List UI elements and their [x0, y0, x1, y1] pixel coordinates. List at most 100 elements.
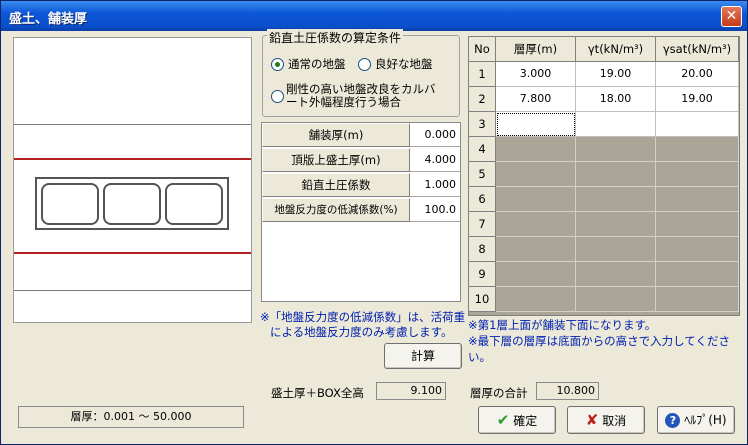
cell-disabled — [496, 262, 576, 287]
layer-sum-label: 層厚の合計 — [470, 386, 528, 400]
cell-disabled — [656, 137, 739, 162]
condition-group-legend: 鉛直土圧係数の算定条件 — [267, 29, 404, 46]
close-icon[interactable]: ✕ — [721, 6, 742, 27]
cell-disabled — [576, 162, 656, 187]
layer-boundary-line — [14, 252, 251, 254]
cell-disabled — [496, 212, 576, 237]
radio-label-line2: ート外幅程度行う場合 — [286, 95, 401, 109]
param-value[interactable]: 1.000 — [410, 173, 460, 197]
culvert-cell — [165, 183, 223, 225]
cell-gamma-sat[interactable]: 20.00 — [656, 62, 739, 87]
cell-disabled — [656, 287, 739, 312]
cell-disabled — [576, 137, 656, 162]
culvert-cell — [41, 183, 99, 225]
row-header: 3 — [469, 112, 496, 137]
param-label: 頂版上盛土厚(m) — [262, 148, 410, 172]
cell-thickness[interactable] — [496, 112, 576, 137]
header-gamma-sat: γsat(kN/m³) — [656, 37, 739, 62]
status-range-text: 層厚：0.001 ～ 50.000 — [18, 406, 244, 428]
parameter-table: 舗装厚(m) 0.000 頂版上盛土厚(m) 4.000 鉛直土圧係数 1.00… — [261, 122, 461, 302]
cell-gamma-t[interactable]: 19.00 — [576, 62, 656, 87]
ok-label: 確定 — [513, 414, 538, 428]
radio-label: 良好な地盤 — [375, 57, 433, 71]
row-header: 5 — [469, 162, 496, 187]
param-value[interactable]: 100.0 — [410, 198, 460, 222]
cell-gamma-t[interactable]: 18.00 — [576, 87, 656, 112]
radio-icon[interactable] — [271, 58, 284, 71]
param-label: 舗装厚(m) — [262, 123, 410, 147]
culvert-preview — [13, 37, 252, 323]
help-button[interactable]: ? ﾍﾙﾌﾟ(H) — [657, 406, 735, 434]
pavement-line — [14, 124, 251, 125]
row-header: 9 — [469, 262, 496, 287]
cell-disabled — [656, 162, 739, 187]
radio-label: 通常の地盤 — [288, 57, 346, 71]
cancel-label: 取消 — [602, 414, 627, 428]
cell-disabled — [576, 287, 656, 312]
radio-good-ground[interactable]: 良好な地盤 — [358, 56, 433, 72]
cancel-button[interactable]: ✘ 取消 — [567, 406, 645, 434]
cell-thickness[interactable]: 3.000 — [496, 62, 576, 87]
layer-table: No 層厚(m) γt(kN/m³) γsat(kN/m³) 1 3.000 1… — [468, 36, 740, 316]
calculate-button[interactable]: 計算 — [384, 343, 462, 369]
dialog-window: 盛土、舗装厚 ✕ 鉛直土圧係数の算定条件 通常の地盤 良好な地盤 剛性の高い地盤… — [0, 0, 748, 445]
reduction-note-line2: による地盤反力度のみ考慮します。 — [270, 325, 453, 339]
radio-icon[interactable] — [271, 90, 284, 103]
radio-normal-ground[interactable]: 通常の地盤 — [271, 56, 346, 72]
row-header: 10 — [469, 287, 496, 312]
header-no: No — [469, 37, 496, 62]
header-gamma-t: γt(kN/m³) — [576, 37, 656, 62]
param-row: 鉛直土圧係数 1.000 — [262, 173, 460, 197]
cell-disabled — [576, 262, 656, 287]
ground-surface-line — [14, 158, 251, 160]
fill-box-height-label: 盛土厚＋BOX全高 — [271, 386, 364, 400]
box-culvert — [35, 177, 229, 230]
cell-thickness[interactable]: 7.800 — [496, 87, 576, 112]
cell-disabled — [496, 162, 576, 187]
reduction-note: ※「地盤反力度の低減係数」は、活荷重 による地盤反力度のみ考慮します。 — [260, 310, 465, 340]
cell-gamma-t[interactable] — [576, 112, 656, 137]
cell-disabled — [496, 187, 576, 212]
param-value[interactable]: 0.000 — [410, 123, 460, 147]
table-note-line2: ※最下層の層厚は底面からの高さで入力してください。 — [468, 334, 730, 364]
row-header: 1 — [469, 62, 496, 87]
cell-disabled — [576, 237, 656, 262]
row-header: 8 — [469, 237, 496, 262]
checkmark-icon: ✔ — [496, 411, 510, 429]
cell-gamma-sat[interactable]: 19.00 — [656, 87, 739, 112]
param-label: 鉛直土圧係数 — [262, 173, 410, 197]
cell-disabled — [496, 137, 576, 162]
fill-box-height-value: 9.100 — [376, 382, 446, 400]
table-notes: ※第1層上面が舗装下面になります。 ※最下層の層厚は底面からの高さで入力してくだ… — [468, 317, 747, 365]
param-value[interactable]: 4.000 — [410, 148, 460, 172]
cell-disabled — [656, 187, 739, 212]
bottom-line — [14, 290, 251, 291]
cell-disabled — [656, 237, 739, 262]
window-title: 盛土、舗装厚 — [9, 12, 88, 27]
cell-disabled — [496, 287, 576, 312]
cell-gamma-sat[interactable] — [656, 112, 739, 137]
cell-disabled — [656, 262, 739, 287]
param-row: 地盤反力度の低減係数(%) 100.0 — [262, 198, 460, 222]
cell-disabled — [576, 187, 656, 212]
row-header: 4 — [469, 137, 496, 162]
param-row: 舗装厚(m) 0.000 — [262, 123, 460, 147]
param-row: 頂版上盛土厚(m) 4.000 — [262, 148, 460, 172]
param-label: 地盤反力度の低減係数(%) — [262, 198, 410, 222]
cross-icon: ✘ — [585, 411, 599, 429]
cell-disabled — [496, 237, 576, 262]
cell-disabled — [656, 212, 739, 237]
cell-disabled — [576, 212, 656, 237]
row-header: 7 — [469, 212, 496, 237]
layer-sum-value: 10.800 — [536, 382, 599, 400]
header-thickness: 層厚(m) — [496, 37, 576, 62]
radio-icon[interactable] — [358, 58, 371, 71]
table-note-line1: ※第1層上面が舗装下面になります。 — [468, 318, 657, 332]
title-bar[interactable]: 盛土、舗装厚 ✕ — [1, 1, 747, 31]
reduction-note-line1: ※「地盤反力度の低減係数」は、活荷重 — [260, 310, 466, 324]
question-icon: ? — [665, 413, 681, 428]
ok-button[interactable]: ✔ 確定 — [478, 406, 556, 434]
culvert-cell — [103, 183, 161, 225]
row-header: 6 — [469, 187, 496, 212]
help-label: ﾍﾙﾌﾟ(H) — [684, 413, 727, 427]
